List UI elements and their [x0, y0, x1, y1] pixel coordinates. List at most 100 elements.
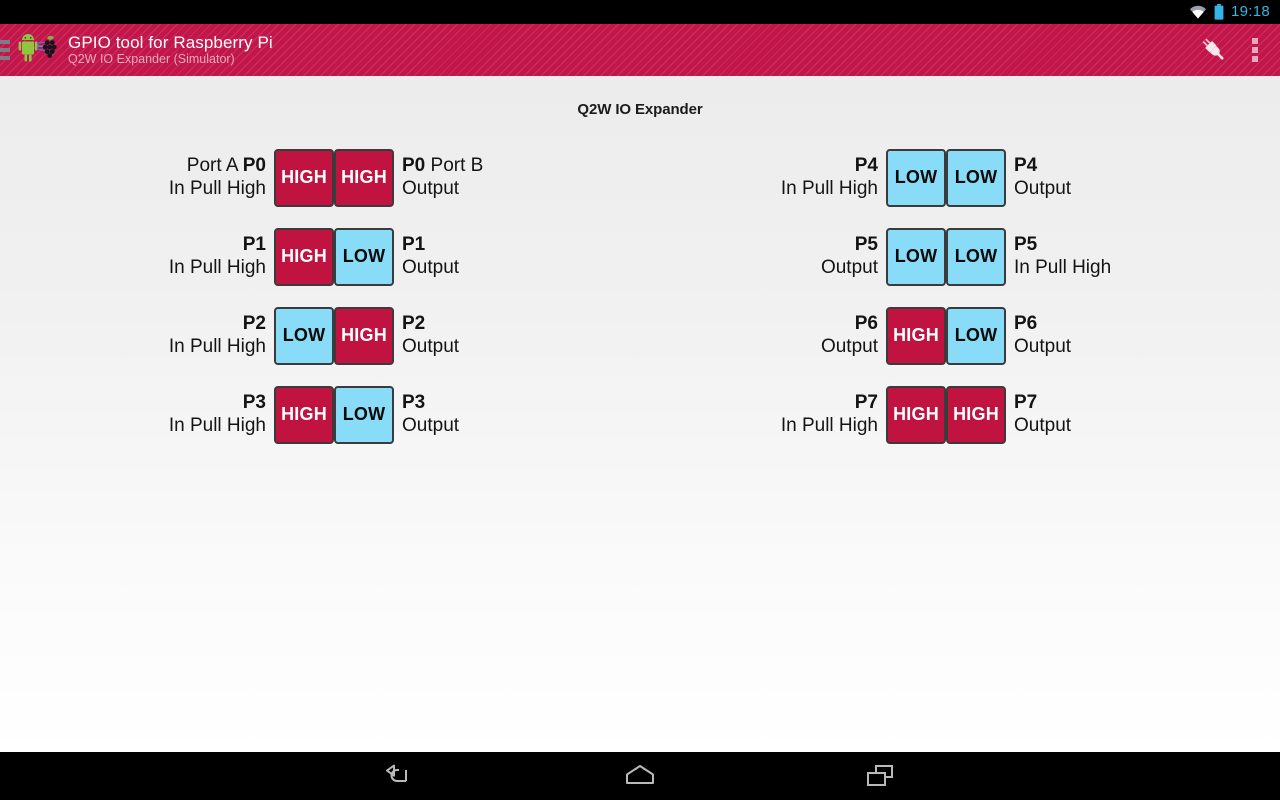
- pin-row: LOW P3 Output: [334, 375, 640, 454]
- app-subtitle: Q2W IO Expander (Simulator): [68, 52, 235, 67]
- pin-row: LOW P5 In Pull High: [946, 217, 1252, 296]
- pin-row: LOW P4 In Pull High: [640, 138, 946, 217]
- pin-row: LOW P1 Output: [334, 217, 640, 296]
- pin-name: P0: [242, 155, 266, 177]
- pin-mode: In Pull High: [168, 414, 266, 436]
- pin-header: P5: [1014, 234, 1037, 256]
- pin-name: P6: [1014, 313, 1038, 335]
- pin-state-button[interactable]: HIGH: [946, 385, 1006, 444]
- pin-row: LOW P2 In Pull High: [28, 296, 334, 375]
- pin-header: Port A P0: [187, 155, 266, 177]
- pin-name: P3: [402, 392, 426, 414]
- pin-state-button[interactable]: LOW: [274, 306, 334, 365]
- pin-header: P1: [243, 234, 266, 256]
- pin-labels: P2 Output: [394, 313, 467, 357]
- overflow-menu-icon[interactable]: [1238, 24, 1272, 76]
- pin-row: HIGH P2 Output: [334, 296, 640, 375]
- pin-mode: In Pull High: [780, 177, 878, 199]
- pin-labels: P1 Output: [394, 234, 467, 278]
- nav-recents-icon[interactable]: [855, 752, 905, 800]
- pin-mode: Output: [820, 256, 878, 278]
- pin-row: HIGH P3 In Pull High: [28, 375, 334, 454]
- pin-header: P0 Port B: [402, 155, 483, 177]
- pin-name: P4: [854, 155, 878, 177]
- nav-home-icon[interactable]: [615, 752, 665, 800]
- port-group-left: HIGH Port A P0 In Pull High HIGH P1 In P…: [28, 138, 640, 454]
- pin-row: LOW P4 Output: [946, 138, 1252, 217]
- pin-state-button[interactable]: HIGH: [886, 385, 946, 444]
- pin-name: P5: [854, 234, 878, 256]
- app-title: GPIO tool for Raspberry Pi: [68, 32, 273, 52]
- port-label: Port B: [430, 155, 484, 177]
- pin-row: LOW P5 Output: [640, 217, 946, 296]
- port-group-right: LOW P4 In Pull High LOW P5 Output HIGH P…: [640, 138, 1252, 454]
- pin-labels: Port A P0 In Pull High: [161, 155, 274, 199]
- pin-row: HIGH P0 Port B Output: [334, 138, 640, 217]
- main-content: Q2W IO Expander HIGH Port A P0 In Pull H…: [0, 76, 1280, 752]
- pin-name: P1: [402, 234, 426, 256]
- pin-mode: In Pull High: [168, 256, 266, 278]
- port-column-d: LOW P4 Output LOW P5 In Pull High LOW P6…: [946, 138, 1252, 454]
- connect-plug-icon[interactable]: [1190, 24, 1238, 76]
- battery-icon: [1214, 4, 1224, 20]
- pin-header: P5: [855, 234, 878, 256]
- pin-mode: Output: [1014, 335, 1072, 357]
- pin-mode: In Pull High: [1014, 256, 1112, 278]
- pin-header: P6: [855, 313, 878, 335]
- pin-mode: Output: [402, 177, 460, 199]
- pin-name: P3: [242, 392, 266, 414]
- wifi-icon: [1189, 5, 1207, 19]
- pin-header: P6: [1014, 313, 1037, 335]
- pin-mode: Output: [402, 335, 460, 357]
- pin-mode: Output: [1014, 414, 1072, 436]
- pin-mode: In Pull High: [168, 177, 266, 199]
- pin-state-button[interactable]: LOW: [334, 385, 394, 444]
- nav-back-icon[interactable]: [375, 752, 425, 800]
- pin-mode: Output: [820, 335, 878, 357]
- pin-state-button[interactable]: HIGH: [274, 227, 334, 286]
- pin-state-button[interactable]: LOW: [946, 306, 1006, 365]
- drawer-indicator[interactable]: [0, 24, 12, 76]
- status-bar: 19:18: [0, 0, 1280, 24]
- pin-name: P2: [402, 313, 426, 335]
- pin-labels: P5 Output: [813, 234, 886, 278]
- pin-state-button[interactable]: LOW: [946, 227, 1006, 286]
- pin-labels: P4 Output: [1006, 155, 1079, 199]
- pin-labels: P3 Output: [394, 392, 467, 436]
- pin-state-button[interactable]: HIGH: [334, 148, 394, 207]
- pin-state-button[interactable]: HIGH: [334, 306, 394, 365]
- actionbar-titles: GPIO tool for Raspberry Pi Q2W IO Expand…: [68, 32, 273, 67]
- pin-header: P7: [855, 392, 878, 414]
- pin-name: P7: [1014, 392, 1038, 414]
- pin-row: HIGH P6 Output: [640, 296, 946, 375]
- pin-row: HIGH P1 In Pull High: [28, 217, 334, 296]
- pin-name: P6: [854, 313, 878, 335]
- pin-name: P4: [1014, 155, 1038, 177]
- port-label: Port A: [186, 155, 238, 177]
- port-column-a: HIGH Port A P0 In Pull High HIGH P1 In P…: [28, 138, 334, 454]
- pin-header: P1: [402, 234, 425, 256]
- navigation-bar: [0, 752, 1280, 800]
- pin-header: P7: [1014, 392, 1037, 414]
- pin-state-button[interactable]: LOW: [334, 227, 394, 286]
- pin-state-button[interactable]: LOW: [886, 148, 946, 207]
- status-clock: 19:18: [1230, 3, 1270, 20]
- pin-labels: P6 Output: [813, 313, 886, 357]
- pin-row: HIGH P7 In Pull High: [640, 375, 946, 454]
- pin-state-button[interactable]: LOW: [946, 148, 1006, 207]
- pin-state-button[interactable]: HIGH: [274, 148, 334, 207]
- pin-header: P4: [855, 155, 878, 177]
- pin-labels: P5 In Pull High: [1006, 234, 1119, 278]
- page-title: Q2W IO Expander: [577, 101, 703, 118]
- pin-state-button[interactable]: LOW: [886, 227, 946, 286]
- pin-labels: P1 In Pull High: [161, 234, 274, 278]
- pin-state-button[interactable]: HIGH: [886, 306, 946, 365]
- pin-mode: In Pull High: [168, 335, 266, 357]
- pin-name: P0: [402, 155, 426, 177]
- port-column-c: LOW P4 In Pull High LOW P5 Output HIGH P…: [640, 138, 946, 454]
- pin-header: P4: [1014, 155, 1037, 177]
- pin-name: P2: [242, 313, 266, 335]
- ports-area: HIGH Port A P0 In Pull High HIGH P1 In P…: [0, 138, 1280, 454]
- pin-state-button[interactable]: HIGH: [274, 385, 334, 444]
- pin-mode: Output: [402, 414, 460, 436]
